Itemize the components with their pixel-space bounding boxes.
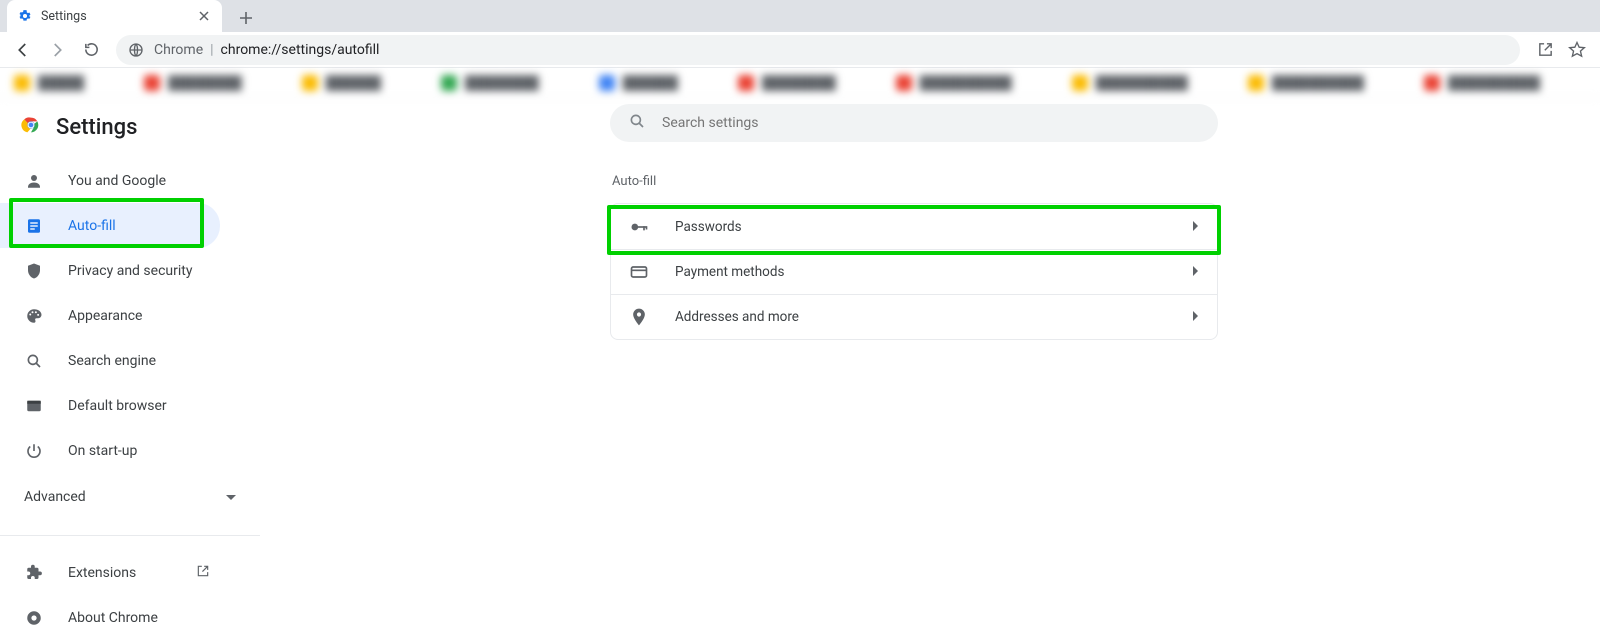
extension-icon xyxy=(24,563,44,583)
row-label: Passwords xyxy=(675,219,742,235)
chrome-icon xyxy=(24,608,44,628)
row-label: Addresses and more xyxy=(675,309,799,325)
page-title: Settings xyxy=(56,115,137,140)
chrome-logo-icon xyxy=(20,114,42,140)
chevron-right-icon xyxy=(1193,309,1199,325)
chevron-right-icon xyxy=(1193,219,1199,235)
sidebar-item-label: Privacy and security xyxy=(68,263,192,279)
section-title: Auto-fill xyxy=(612,174,1218,189)
gear-icon xyxy=(17,8,33,24)
sidebar-item-default-browser[interactable]: Default browser xyxy=(0,383,260,428)
forward-button[interactable] xyxy=(42,35,72,65)
sidebar-item-about[interactable]: About Chrome xyxy=(0,595,260,640)
sidebar-item-label: You and Google xyxy=(68,173,166,189)
settings-sidebar: Settings You and Google Auto-fill Privac… xyxy=(0,98,260,634)
person-icon xyxy=(24,171,44,191)
row-addresses[interactable]: Addresses and more xyxy=(611,294,1217,339)
new-tab-button[interactable] xyxy=(232,4,260,32)
power-icon xyxy=(24,441,44,461)
bookmark-star-button[interactable] xyxy=(1562,35,1592,65)
sidebar-item-privacy[interactable]: Privacy and security xyxy=(0,248,260,293)
site-info-icon[interactable] xyxy=(128,42,144,58)
sidebar-item-label: On start-up xyxy=(68,443,137,459)
row-passwords[interactable]: Passwords xyxy=(611,204,1217,249)
location-icon xyxy=(629,307,649,327)
advanced-label: Advanced xyxy=(24,489,86,505)
omnibox-url: chrome://settings/autofill xyxy=(221,42,380,58)
row-label: Payment methods xyxy=(675,264,784,280)
back-button[interactable] xyxy=(8,35,38,65)
sidebar-item-label: Search engine xyxy=(68,353,156,369)
search-icon xyxy=(24,351,44,371)
browser-icon xyxy=(24,396,44,416)
omnibox-origin: Chrome xyxy=(154,42,203,58)
sidebar-item-autofill[interactable]: Auto-fill xyxy=(0,203,260,248)
palette-icon xyxy=(24,306,44,326)
chevron-right-icon xyxy=(1193,264,1199,280)
close-icon[interactable] xyxy=(196,8,212,24)
sidebar-item-startup[interactable]: On start-up xyxy=(0,428,260,473)
sidebar-item-label: Appearance xyxy=(68,308,142,324)
sidebar-item-you-and-google[interactable]: You and Google xyxy=(0,158,260,203)
sidebar-item-search-engine[interactable]: Search engine xyxy=(0,338,260,383)
row-payment-methods[interactable]: Payment methods xyxy=(611,249,1217,294)
browser-tab-settings[interactable]: Settings xyxy=(7,0,222,32)
key-icon xyxy=(629,217,649,237)
credit-card-icon xyxy=(629,262,649,282)
bookmarks-bar: █████ ████████ ██████ ████████ ██████ ██… xyxy=(0,68,1600,98)
tab-strip: Settings xyxy=(0,0,1600,32)
share-button[interactable] xyxy=(1530,35,1560,65)
sidebar-item-label: Default browser xyxy=(68,398,167,414)
sidebar-item-label: About Chrome xyxy=(68,610,158,626)
sidebar-item-label: Extensions xyxy=(68,565,136,581)
omnibox-separator: | xyxy=(210,42,213,58)
search-input[interactable] xyxy=(662,115,1200,131)
sidebar-item-label: Auto-fill xyxy=(68,218,116,234)
search-settings[interactable] xyxy=(610,104,1218,142)
autofill-icon xyxy=(24,216,44,236)
sidebar-item-extensions[interactable]: Extensions xyxy=(0,550,260,595)
sidebar-advanced-toggle[interactable]: Advanced xyxy=(0,473,260,521)
open-in-new-icon xyxy=(196,564,210,582)
search-icon xyxy=(628,112,646,134)
sidebar-header: Settings xyxy=(0,114,260,158)
shield-icon xyxy=(24,261,44,281)
address-bar[interactable]: Chrome | chrome://settings/autofill xyxy=(116,35,1520,65)
browser-toolbar: Chrome | chrome://settings/autofill xyxy=(0,32,1600,68)
autofill-card: Passwords Payment methods Addresses and … xyxy=(610,203,1218,340)
main-content: Auto-fill Passwords Payment methods Ad xyxy=(610,104,1218,340)
reload-button[interactable] xyxy=(76,35,106,65)
tab-title: Settings xyxy=(41,9,196,24)
chevron-down-icon xyxy=(226,489,236,505)
sidebar-item-appearance[interactable]: Appearance xyxy=(0,293,260,338)
